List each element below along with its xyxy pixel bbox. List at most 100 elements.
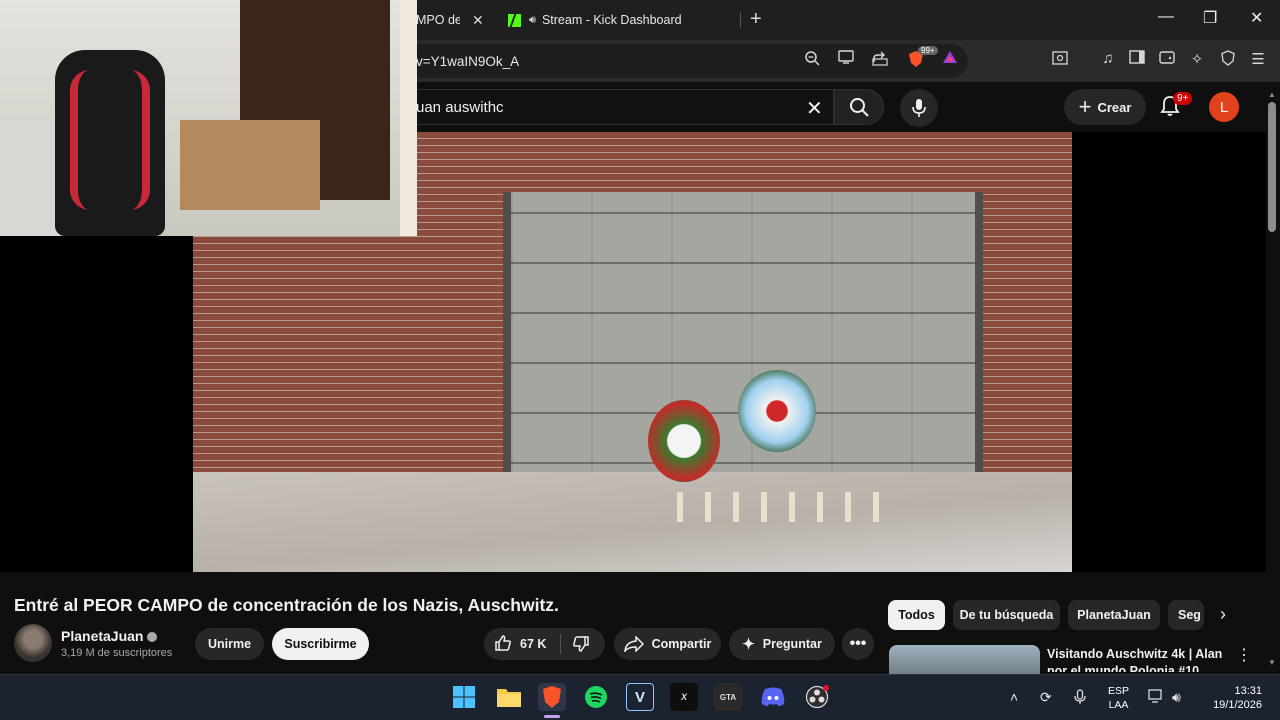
channel-name: PlanetaJuan	[61, 628, 144, 644]
webcam-door	[400, 0, 417, 236]
webcam-bed	[0, 120, 60, 236]
volume-icon[interactable]: 🔊︎	[1172, 689, 1181, 706]
more-vertical-icon[interactable]: ⋮	[1236, 645, 1252, 665]
share-label: Compartir	[651, 637, 712, 651]
chip-planetajuan[interactable]: PlanetaJuan	[1068, 600, 1160, 630]
like-dislike-group: 67 K	[484, 628, 605, 660]
tab-title: Stream - Kick Dashboard	[541, 13, 682, 27]
language-code: ESP	[1108, 685, 1130, 697]
channel-name-link[interactable]: PlanetaJuan	[61, 628, 158, 644]
chevron-right-icon[interactable]: ›	[1220, 604, 1226, 625]
close-window-button[interactable]: ✕	[1250, 8, 1263, 28]
brave-rewards-icon[interactable]	[940, 50, 960, 68]
like-count: 67 K	[520, 637, 547, 651]
subscriber-count: 3,19 M de suscriptores	[61, 647, 173, 659]
menu-icon[interactable]: ☰	[1248, 50, 1268, 68]
zoom-icon[interactable]	[802, 50, 822, 70]
verified-icon	[147, 632, 158, 643]
windows-start-icon[interactable]	[450, 683, 478, 711]
plus-icon: +	[1078, 94, 1092, 119]
more-actions-button[interactable]: •••	[842, 628, 874, 660]
webcam-overlay	[0, 0, 417, 236]
file-explorer-icon[interactable]	[495, 683, 523, 711]
recommendation-thumbnail[interactable]	[889, 645, 1040, 675]
search-icon	[850, 98, 869, 117]
search-input[interactable]: uan auswithc ✕	[410, 89, 834, 125]
scrollbar-thumb[interactable]	[1268, 102, 1276, 232]
network-icon[interactable]	[1148, 689, 1164, 706]
page-scrollbar[interactable]: ▲ ▼	[1266, 90, 1278, 672]
new-tab-button[interactable]: +	[750, 8, 762, 31]
restore-button[interactable]: ❐	[1203, 8, 1217, 28]
shields-count-badge: 99+	[918, 46, 938, 55]
clock-date: 19/1/2026	[1213, 699, 1262, 711]
discord-icon[interactable]	[759, 683, 787, 711]
media-control-icon[interactable]: ♫	[1098, 50, 1118, 67]
brave-browser-icon[interactable]	[538, 683, 566, 711]
ask-button[interactable]: ✦ Preguntar	[729, 628, 835, 660]
video-content-candles	[663, 492, 893, 522]
like-button[interactable]	[494, 634, 512, 655]
v-app-icon[interactable]: V	[626, 683, 654, 711]
tab-divider	[740, 12, 741, 28]
windows-taskbar: V X GTA ˄ ⟳ ESP LAA 🔊︎ 13:31 19/1/2026	[0, 674, 1280, 720]
kick-logo-icon	[508, 13, 521, 27]
search-button[interactable]	[834, 89, 884, 125]
leo-ai-icon[interactable]: ✧	[1187, 50, 1207, 68]
chip-de-tu-busqueda[interactable]: De tu búsqueda	[953, 600, 1060, 630]
clock-time: 13:31	[1234, 685, 1262, 697]
scroll-up-icon[interactable]: ▲	[1268, 90, 1276, 99]
ask-label: Preguntar	[762, 637, 822, 651]
vpn-icon[interactable]	[1218, 50, 1238, 70]
close-tab-icon[interactable]: ✕	[472, 12, 484, 29]
thumbs-down-icon	[573, 636, 589, 652]
spotify-icon[interactable]	[582, 683, 610, 711]
scroll-down-icon[interactable]: ▼	[1268, 658, 1276, 667]
webcam-chair-trim	[70, 70, 150, 210]
create-button[interactable]: + Crear	[1064, 89, 1146, 125]
gta-icon[interactable]: GTA	[714, 683, 742, 711]
microphone-tray-icon[interactable]	[1074, 689, 1086, 708]
like-divider	[560, 634, 561, 654]
url-text: v=Y1waIN9Ok_A	[416, 54, 520, 69]
clock[interactable]: 13:31 19/1/2026	[1200, 684, 1262, 712]
recommendation-title[interactable]: Visitando Auschwitz 4k | Alan por el mun…	[1047, 646, 1227, 672]
account-avatar[interactable]: L	[1209, 92, 1239, 122]
reader-mode-icon[interactable]	[1050, 50, 1070, 70]
video-content-wreath	[648, 400, 720, 482]
active-app-indicator	[544, 715, 560, 718]
join-button[interactable]: Unirme	[195, 628, 264, 660]
share-arrow-icon	[623, 636, 644, 652]
video-content-ground	[193, 472, 1072, 572]
subscribe-button[interactable]: Suscribirme	[272, 628, 369, 660]
sparkle-icon: ✦	[742, 636, 755, 653]
wallet-icon[interactable]	[1157, 50, 1177, 68]
minimize-button[interactable]: —	[1158, 8, 1174, 26]
keyboard-layout: LAA	[1108, 699, 1129, 711]
xsplit-icon[interactable]: X	[670, 683, 698, 711]
dislike-button[interactable]	[572, 635, 590, 656]
tab-youtube[interactable]: MPO de ✕	[416, 6, 492, 34]
speaker-icon[interactable]: 🔊︎	[529, 14, 536, 27]
sync-icon[interactable]: ⟳	[1040, 689, 1052, 706]
chevron-up-icon[interactable]: ˄	[1010, 689, 1018, 705]
chip-todos[interactable]: Todos	[888, 600, 945, 630]
share-button[interactable]: Compartir	[614, 628, 721, 660]
cast-icon[interactable]	[836, 50, 856, 68]
obs-icon[interactable]	[803, 683, 831, 711]
thumbs-up-icon	[495, 634, 511, 651]
tab-kick-dashboard[interactable]: 🔊︎ Stream - Kick Dashboard	[508, 6, 744, 34]
language-indicator[interactable]: ESP LAA	[1108, 684, 1129, 712]
notifications-badge: 9+	[1173, 92, 1193, 105]
video-content-stone-wall	[503, 192, 983, 512]
chip-seg[interactable]: Seg	[1168, 600, 1204, 630]
search-query: uan auswithc	[416, 99, 504, 116]
voice-search-button[interactable]	[900, 89, 938, 127]
sidebar-icon[interactable]	[1127, 50, 1147, 68]
video-content-wreath	[738, 370, 816, 452]
clear-search-icon[interactable]: ✕	[806, 96, 823, 121]
channel-avatar[interactable]	[14, 624, 52, 662]
webcam-cardboard-box	[180, 120, 320, 210]
create-label: Crear	[1097, 99, 1132, 115]
share-icon[interactable]	[870, 50, 890, 70]
